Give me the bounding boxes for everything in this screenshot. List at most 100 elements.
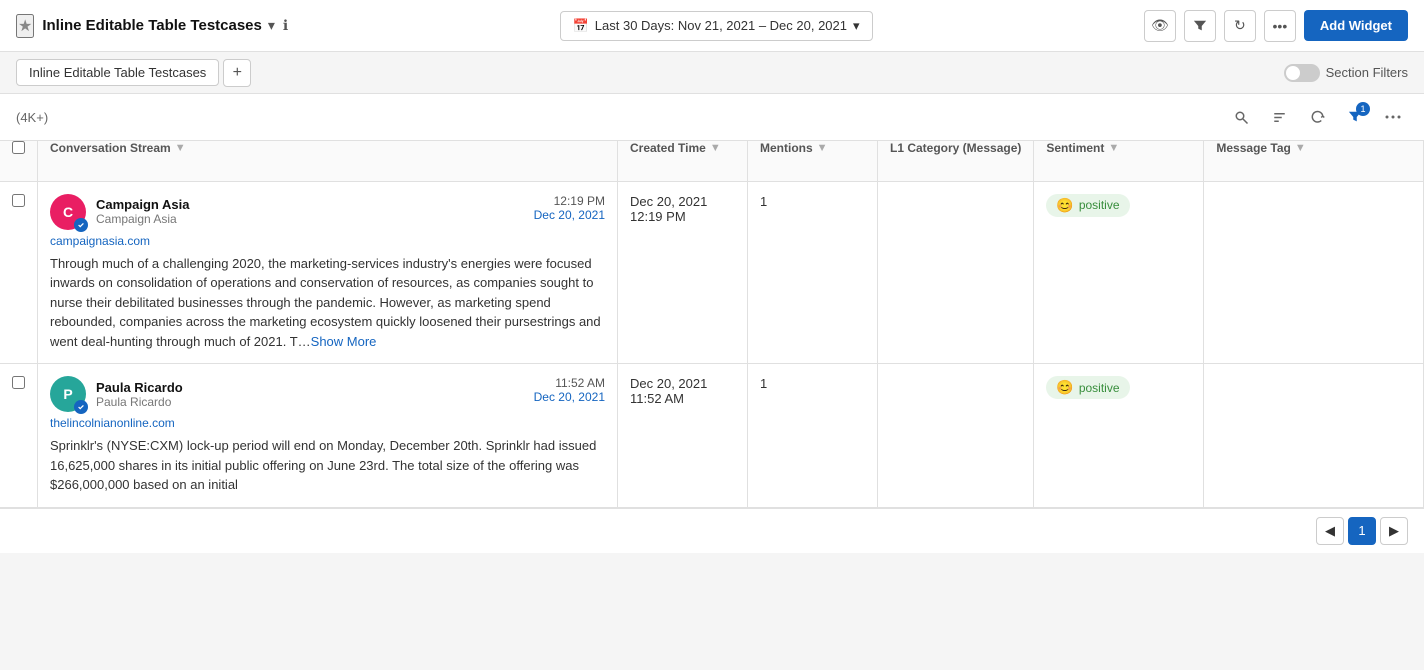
section-filters-label: Section Filters — [1326, 65, 1408, 80]
more-icon — [1385, 115, 1401, 119]
th-created-time[interactable]: Created Time ▼ — [618, 141, 748, 181]
row1-show-more[interactable]: Show More — [311, 334, 377, 349]
row1-author-info: Campaign Asia Campaign Asia — [96, 197, 189, 226]
th-conversation-label: Conversation Stream — [50, 141, 171, 155]
row1-avatar-letter: C — [63, 204, 73, 220]
row1-checkbox-cell[interactable] — [0, 181, 38, 364]
row2-mentions-cell: 1 — [748, 364, 878, 508]
filter-active-badge: 1 — [1356, 102, 1370, 116]
badge-icon — [77, 221, 85, 229]
row1-header: C Campaign Asia Campaign Asia — [50, 194, 605, 230]
refresh-button[interactable]: ↻ — [1224, 10, 1256, 42]
date-range-chevron-icon: ▾ — [853, 18, 860, 34]
section-filters-toggle[interactable] — [1284, 64, 1320, 82]
star-button[interactable]: ★ — [16, 14, 34, 38]
select-all-checkbox[interactable] — [12, 141, 25, 154]
row2-checkbox[interactable] — [12, 376, 25, 389]
row2-header: P Paula Ricardo Paula Ricardo — [50, 376, 605, 412]
refresh-icon — [1310, 110, 1325, 125]
row1-avatar: C — [50, 194, 86, 230]
top-bar-right: 👁 ↻ ••• Add Widget — [1144, 10, 1408, 42]
th-message-tag-label: Message Tag — [1216, 141, 1290, 155]
row2-time-main: 11:52 AM — [534, 376, 605, 390]
row2-message-tag-cell — [1204, 364, 1424, 508]
eye-button[interactable]: 👁 — [1144, 10, 1176, 42]
table-toolbar-right: 1 — [1226, 102, 1408, 132]
pagination-prev-button[interactable]: ◀ — [1316, 517, 1344, 545]
date-range-label: Last 30 Days: Nov 21, 2021 – Dec 20, 202… — [595, 18, 847, 33]
row2-sentiment-label: positive — [1079, 381, 1120, 395]
row1-sentiment-badge: 😊 positive — [1046, 194, 1129, 217]
th-mentions[interactable]: Mentions ▼ — [748, 141, 878, 181]
row1-conversation-cell: C Campaign Asia Campaign Asia — [38, 181, 618, 364]
th-mentions-label: Mentions — [760, 141, 813, 155]
sort-icon — [1272, 110, 1287, 125]
calendar-icon: 📅 — [573, 18, 589, 34]
mentions-sort-icon: ▼ — [817, 142, 828, 154]
row1-created-cell: Dec 20, 2021 12:19 PM — [618, 181, 748, 364]
row1-avatar-badge — [74, 218, 88, 232]
info-icon[interactable]: ℹ — [283, 17, 288, 34]
th-conversation[interactable]: Conversation Stream ▼ — [38, 141, 618, 181]
add-tab-button[interactable]: + — [223, 59, 251, 87]
th-message-tag[interactable]: Message Tag ▼ — [1204, 141, 1424, 181]
title-chevron-icon[interactable]: ▾ — [268, 17, 275, 34]
row2-avatar-letter: P — [63, 386, 72, 402]
tab-bar: Inline Editable Table Testcases + Sectio… — [0, 52, 1424, 94]
table-row: C Campaign Asia Campaign Asia — [0, 181, 1424, 364]
message-tag-sort-icon: ▼ — [1295, 142, 1306, 154]
row2-created-datetime: Dec 20, 2021 11:52 AM — [630, 376, 707, 406]
row1-content: Through much of a challenging 2020, the … — [50, 254, 605, 352]
pagination-page-1[interactable]: 1 — [1348, 517, 1376, 545]
top-bar-left: ★ Inline Editable Table Testcases ▾ ℹ — [16, 14, 288, 38]
table-more-button[interactable] — [1378, 102, 1408, 132]
table-sort-button[interactable] — [1264, 102, 1294, 132]
row2-avatar: P — [50, 376, 86, 412]
row1-checkbox[interactable] — [12, 194, 25, 207]
toggle-knob — [1286, 66, 1300, 80]
pagination: ◀ 1 ▶ — [0, 508, 1424, 553]
table-refresh-button[interactable] — [1302, 102, 1332, 132]
row1-source-url[interactable]: campaignasia.com — [50, 234, 605, 248]
filter-icon — [1193, 19, 1207, 33]
table-filter-button[interactable]: 1 — [1340, 102, 1370, 132]
row2-source-url[interactable]: thelincolnianonline.com — [50, 416, 605, 430]
th-sentiment[interactable]: Sentiment ▼ — [1034, 141, 1204, 181]
table-search-button[interactable] — [1226, 102, 1256, 132]
row2-sentiment-icon: 😊 — [1056, 379, 1073, 396]
data-table: Conversation Stream ▼ Created Time ▼ Men… — [0, 141, 1424, 508]
add-widget-button[interactable]: Add Widget — [1304, 10, 1408, 41]
table-toolbar: (4K+) 1 — [0, 94, 1424, 141]
tab-bar-left: Inline Editable Table Testcases + — [16, 59, 251, 87]
row2-time-date[interactable]: Dec 20, 2021 — [534, 390, 605, 404]
date-range-button[interactable]: 📅 Last 30 Days: Nov 21, 2021 – Dec 20, 2… — [560, 11, 873, 41]
more-options-button[interactable]: ••• — [1264, 10, 1296, 42]
conversation-sort-icon: ▼ — [175, 142, 186, 154]
tab-inline-editable[interactable]: Inline Editable Table Testcases — [16, 59, 219, 86]
row1-time-date[interactable]: Dec 20, 2021 — [534, 208, 605, 222]
created-sort-icon: ▼ — [710, 142, 721, 154]
table-row: P Paula Ricardo Paula Ricardo — [0, 364, 1424, 508]
title-group: Inline Editable Table Testcases ▾ — [42, 17, 275, 34]
filter-button[interactable] — [1184, 10, 1216, 42]
row2-checkbox-cell[interactable] — [0, 364, 38, 508]
row2-time: 11:52 AM Dec 20, 2021 — [534, 376, 605, 404]
row1-sentiment-label: positive — [1079, 198, 1120, 212]
row1-l1-cell — [878, 181, 1034, 364]
row2-left: P Paula Ricardo Paula Ricardo — [50, 376, 183, 412]
top-bar-center: 📅 Last 30 Days: Nov 21, 2021 – Dec 20, 2… — [560, 11, 873, 41]
row1-mentions-cell: 1 — [748, 181, 878, 364]
row2-avatar-badge — [74, 400, 88, 414]
row2-conversation-cell: P Paula Ricardo Paula Ricardo — [38, 364, 618, 508]
row2-mentions-value: 1 — [760, 376, 767, 391]
th-select-all[interactable] — [0, 141, 38, 181]
row2-author-name: Paula Ricardo — [96, 380, 183, 395]
row1-time: 12:19 PM Dec 20, 2021 — [534, 194, 605, 222]
row2-sentiment-badge: 😊 positive — [1046, 376, 1129, 399]
badge-icon — [77, 403, 85, 411]
row2-created-cell: Dec 20, 2021 11:52 AM — [618, 364, 748, 508]
page-title: Inline Editable Table Testcases — [42, 17, 262, 34]
pagination-next-button[interactable]: ▶ — [1380, 517, 1408, 545]
row-count: (4K+) — [16, 110, 48, 125]
top-bar: ★ Inline Editable Table Testcases ▾ ℹ 📅 … — [0, 0, 1424, 52]
